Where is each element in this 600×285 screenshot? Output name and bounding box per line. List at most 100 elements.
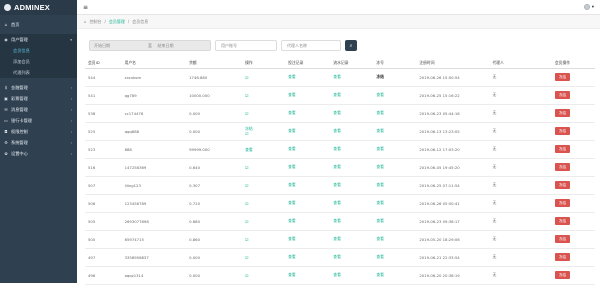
table-row: 544 zxcxbsm 1746.880 ☑ 查看 查看 冻结 2019-06-26 15:5… <box>85 68 595 87</box>
edit-icon[interactable]: ☑ <box>245 201 248 206</box>
sidebar-item[interactable]: $ 金融管理 ‹ <box>0 82 77 93</box>
sidebar-item[interactable]: ◉ 用户管理 ▾ <box>0 34 77 45</box>
freeze-button[interactable]: 冻结 <box>554 127 571 135</box>
sidebar-item[interactable]: ✉ 消息管理 ‹ <box>0 104 77 115</box>
status-link[interactable]: 查看 <box>376 128 384 133</box>
edit-icon[interactable]: ☑ <box>245 183 248 188</box>
edit-icon[interactable]: ☑ <box>245 75 248 80</box>
sidebar-item[interactable]: ⌂ 首页 <box>0 19 77 30</box>
view-bets-link[interactable]: 查看 <box>288 254 296 259</box>
status-link[interactable]: 查看 <box>376 146 384 151</box>
sidebar-item[interactable]: ▣ 彩票管理 ‹ <box>0 93 77 104</box>
end-date-input[interactable]: 结束日期 <box>154 43 211 49</box>
edit-icon[interactable]: 查看 <box>245 147 253 152</box>
view-flow-link[interactable]: 查看 <box>333 146 341 151</box>
agent-name: 无 <box>492 164 497 169</box>
sidebar-item[interactable]: ✿ 设置中心 ‹ <box>0 148 77 159</box>
view-bets-link[interactable]: 查看 <box>288 128 296 133</box>
view-flow-link[interactable]: 查看 <box>333 218 341 223</box>
agent-name: 无 <box>492 74 497 79</box>
status-link[interactable]: 查看 <box>376 110 384 115</box>
freeze-button[interactable]: 冻结 <box>554 199 571 207</box>
sidebar-subitem[interactable]: 代理列表 <box>0 67 77 78</box>
username: 65974715 <box>124 236 144 242</box>
status-link[interactable]: 查看 <box>376 236 384 241</box>
balance: 0.680 <box>189 218 200 224</box>
search-button[interactable]: ⌕ <box>345 40 357 51</box>
freeze-button[interactable]: 冻结 <box>554 73 571 81</box>
view-flow-link[interactable]: 查看 <box>333 254 341 259</box>
view-bets-link[interactable]: 查看 <box>288 74 296 79</box>
view-flow-link[interactable]: 查看 <box>333 74 341 79</box>
username: 888 <box>124 146 132 152</box>
sidebar-item[interactable]: ◘ 权限控制 ‹ <box>0 126 77 137</box>
view-bets-link[interactable]: 查看 <box>288 218 296 223</box>
chevron-left-icon: ‹ <box>70 118 72 123</box>
edit-icon[interactable]: ☑ <box>245 165 248 170</box>
sidebar-subitem[interactable]: 会员信息 <box>0 45 77 56</box>
view-flow-link[interactable]: 查看 <box>333 200 341 205</box>
view-flow-link[interactable]: 查看 <box>333 92 341 97</box>
freeze-button[interactable]: 冻结 <box>554 235 571 243</box>
freeze-button[interactable]: 冻结 <box>554 217 571 225</box>
view-bets-link[interactable]: 查看 <box>288 110 296 115</box>
view-bets-link[interactable]: 查看 <box>288 164 296 169</box>
start-date-input[interactable]: 开始日期 <box>90 43 147 49</box>
status-link[interactable]: 查看 <box>376 218 384 223</box>
status-link[interactable]: 冻结 <box>376 74 384 79</box>
member-id: 538 <box>88 110 96 116</box>
freeze-button[interactable]: 冻结 <box>554 91 571 99</box>
edit-icon[interactable]: ☑ <box>245 237 248 242</box>
member-id: 500 <box>88 236 96 242</box>
edit-icon[interactable]: ☑ <box>245 219 248 224</box>
sidebar-subitem-label: 代理列表 <box>13 69 30 75</box>
edit-icon[interactable]: ☑ <box>245 93 248 98</box>
edit-icon[interactable]: ☑ <box>245 273 248 278</box>
view-flow-link[interactable]: 查看 <box>333 182 341 187</box>
sidebar-item-label: 金融管理 <box>11 84 28 90</box>
status-link[interactable]: 查看 <box>376 92 384 97</box>
member-id: 497 <box>88 254 96 260</box>
view-flow-link[interactable]: 查看 <box>333 272 341 277</box>
view-bets-link[interactable]: 查看 <box>288 146 296 151</box>
status-link[interactable]: 查看 <box>376 200 384 205</box>
logo[interactable]: ADMINEX <box>0 0 77 15</box>
edit-icon[interactable]: ☑ <box>245 131 248 136</box>
edit-icon[interactable]: ☑ <box>245 111 248 116</box>
freeze-button[interactable]: 冻结 <box>554 253 571 261</box>
dollar-icon: $ <box>4 84 8 90</box>
view-bets-link[interactable]: 查看 <box>288 200 296 205</box>
view-flow-link[interactable]: 查看 <box>333 128 341 133</box>
agent-name-input[interactable]: 代理人名称 <box>281 40 341 51</box>
sidebar-item[interactable]: ⚙ 系统管理 ‹ <box>0 137 77 148</box>
freeze-button[interactable]: 冻结 <box>554 109 571 117</box>
freeze-button[interactable]: 冻结 <box>554 163 571 171</box>
menu-toggle-icon[interactable]: ≡ <box>83 4 88 11</box>
edit-icon[interactable]: ☑ <box>245 255 248 260</box>
status-link[interactable]: 查看 <box>376 182 384 187</box>
view-flow-link[interactable]: 查看 <box>333 164 341 169</box>
view-bets-link[interactable]: 查看 <box>288 92 296 97</box>
sidebar-item-label: 权限控制 <box>11 128 28 134</box>
view-bets-link[interactable]: 查看 <box>288 272 296 277</box>
freeze-button[interactable]: 冻结 <box>554 181 571 189</box>
table-row: 507 liling123 0.307 ☑ 查看 查看 查看 2019-06-25 07:11… <box>85 176 595 195</box>
sidebar-item[interactable]: ▭ 银行卡管理 ‹ <box>0 115 77 126</box>
view-flow-link[interactable]: 查看 <box>333 236 341 241</box>
breadcrumb-home[interactable]: 控制台 <box>90 19 102 25</box>
status-link[interactable]: 查看 <box>376 164 384 169</box>
sidebar-item-label: 消息管理 <box>11 106 28 112</box>
freeze-button[interactable]: 冻结 <box>554 271 571 279</box>
view-bets-link[interactable]: 查看 <box>288 236 296 241</box>
breadcrumb-level1[interactable]: 会员管理 <box>109 19 125 25</box>
username-input[interactable]: 用户账号 <box>215 40 277 51</box>
date-range: 开始日期 至 结束日期 <box>89 40 211 51</box>
user-menu[interactable]: ▾ <box>583 4 594 10</box>
view-flow-link[interactable]: 查看 <box>333 110 341 115</box>
status-link[interactable]: 查看 <box>376 272 384 277</box>
breadcrumb-separator: / <box>104 19 106 24</box>
freeze-button[interactable]: 冻结 <box>554 145 571 153</box>
sidebar-subitem[interactable]: 添加会员 <box>0 56 77 67</box>
status-link[interactable]: 查看 <box>376 254 384 259</box>
view-bets-link[interactable]: 查看 <box>288 182 296 187</box>
